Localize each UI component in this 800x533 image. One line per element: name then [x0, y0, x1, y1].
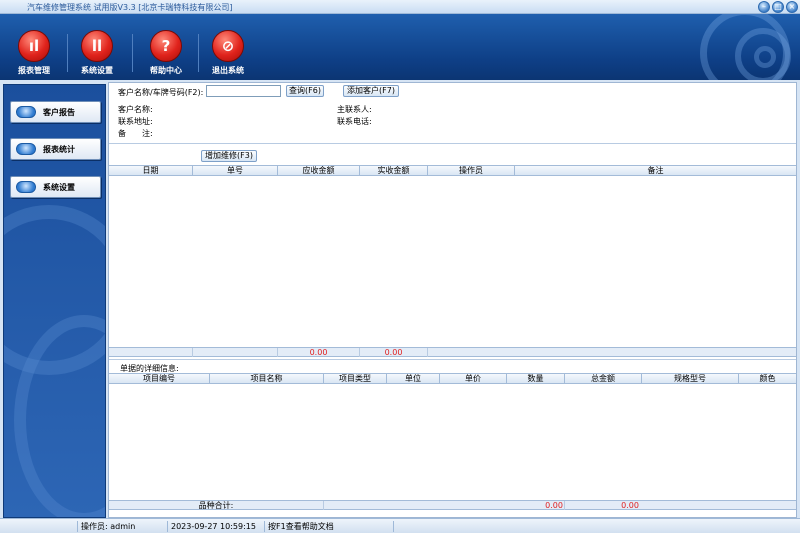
repair-grid-footer: 0.00 0.00: [109, 347, 796, 357]
customer-address-label: 联系地址:: [118, 117, 153, 126]
query-button[interactable]: 查询(F6): [286, 85, 324, 97]
status-operator: 操作员: admin: [77, 521, 167, 532]
exit-icon: ⊘: [212, 30, 244, 62]
status-datetime: 2023-09-27 10:59:15: [167, 521, 264, 532]
toolbar-label: 退出系统: [212, 66, 244, 75]
bar-chart-icon: ıl: [18, 30, 50, 62]
column-header[interactable]: 颜色: [739, 374, 796, 384]
add-repair-button[interactable]: 增加维修(F3): [201, 150, 257, 162]
received-total: 0.00: [360, 348, 428, 357]
sidebar-item-label: 客户报告: [43, 108, 75, 117]
column-header[interactable]: 单价: [440, 374, 507, 384]
contact-person-label: 主联系人:: [337, 105, 372, 114]
toolbar-system-settings[interactable]: ll 系统设置: [67, 18, 127, 78]
column-header[interactable]: 总金额: [565, 374, 642, 384]
total-amount-sum: 0.00: [545, 501, 563, 510]
column-header[interactable]: 日期: [109, 166, 193, 176]
column-header[interactable]: 操作员: [428, 166, 515, 176]
column-header[interactable]: 项目编号: [109, 374, 210, 384]
column-header[interactable]: 实收金额: [360, 166, 428, 176]
help-icon: ?: [150, 30, 182, 62]
toolbar-report-management[interactable]: ıl 报表管理: [4, 18, 64, 78]
column-header[interactable]: 单号: [193, 166, 278, 176]
detail-grid-footer: 品种合计: 0.00 0.00: [109, 500, 796, 510]
customer-remark-label: 备 注:: [118, 129, 153, 138]
column-header[interactable]: 规格型号: [642, 374, 739, 384]
sidebar-item-customer-report[interactable]: 客户报告: [10, 101, 101, 123]
footer-cell: [193, 348, 278, 357]
close-icon[interactable]: ×: [786, 1, 798, 13]
status-help-hint: 按F1查看帮助文档: [264, 521, 394, 532]
toolbar-label: 帮助中心: [150, 66, 182, 75]
toolbar-exit-system[interactable]: ⊘ 退出系统: [198, 18, 258, 78]
section-divider: [109, 359, 796, 360]
contact-phone-label: 联系电话:: [337, 117, 372, 126]
section-divider: [109, 143, 796, 144]
column-header[interactable]: 项目名称: [210, 374, 324, 384]
detail-grid-header: 项目编号 项目名称 项目类型 单位 单价 数量 总金额 规格型号 颜色: [109, 373, 796, 384]
toolbar-label: 报表管理: [18, 66, 50, 75]
button-bullet-icon: [16, 181, 36, 193]
repair-grid-body[interactable]: [109, 177, 796, 347]
detail-grid-body[interactable]: [109, 385, 796, 498]
toolbar-label: 系统设置: [81, 66, 113, 75]
sidebar-item-system-settings[interactable]: 系统设置: [10, 176, 101, 198]
column-header[interactable]: 单位: [387, 374, 440, 384]
maximize-icon[interactable]: □: [772, 1, 784, 13]
add-customer-button[interactable]: 添加客户(F7): [343, 85, 399, 97]
decorative-ring: [754, 46, 776, 68]
column-header[interactable]: 应收金额: [278, 166, 360, 176]
sidebar-item-label: 报表统计: [43, 145, 75, 154]
status-bar: 操作员: admin 2023-09-27 10:59:15 按F1查看帮助文档: [0, 518, 800, 533]
toolbar-help-center[interactable]: ? 帮助中心: [136, 18, 196, 78]
button-bullet-icon: [16, 143, 36, 155]
main-panel: 客户名称/车牌号码(F2): 查询(F6) 添加客户(F7) 客户名称: 联系地…: [108, 82, 797, 518]
tools-icon: ll: [81, 30, 113, 62]
sidebar-item-label: 系统设置: [43, 183, 75, 192]
main-toolbar: ıl 报表管理 ll 系统设置 ? 帮助中心 ⊘ 退出系统: [0, 14, 800, 80]
column-header[interactable]: 项目类型: [324, 374, 387, 384]
search-input[interactable]: [206, 85, 281, 97]
minimize-icon[interactable]: –: [758, 1, 770, 13]
spec-amount-sum: 0.00: [621, 501, 639, 510]
column-header[interactable]: 数量: [507, 374, 565, 384]
repair-grid-header: 日期 单号 应收金额 实收金额 操作员 备注: [109, 165, 796, 176]
item-count-label: 品种合计:: [109, 501, 324, 510]
search-label: 客户名称/车牌号码(F2):: [118, 88, 204, 97]
footer-cell: [109, 348, 193, 357]
window-title: 汽车维修管理系统 试用版V3.3 [北京卡瑞特科技有限公司]: [27, 3, 233, 12]
toolbar-separator: [132, 34, 133, 72]
receivable-total: 0.00: [278, 348, 360, 357]
customer-name-label: 客户名称:: [118, 105, 153, 114]
button-bullet-icon: [16, 106, 36, 118]
sidebar: 客户报告 报表统计 系统设置: [3, 84, 106, 518]
title-bar: 汽车维修管理系统 试用版V3.3 [北京卡瑞特科技有限公司] – □ ×: [0, 0, 800, 14]
column-header[interactable]: 备注: [515, 166, 796, 176]
sidebar-item-report-statistics[interactable]: 报表统计: [10, 138, 101, 160]
